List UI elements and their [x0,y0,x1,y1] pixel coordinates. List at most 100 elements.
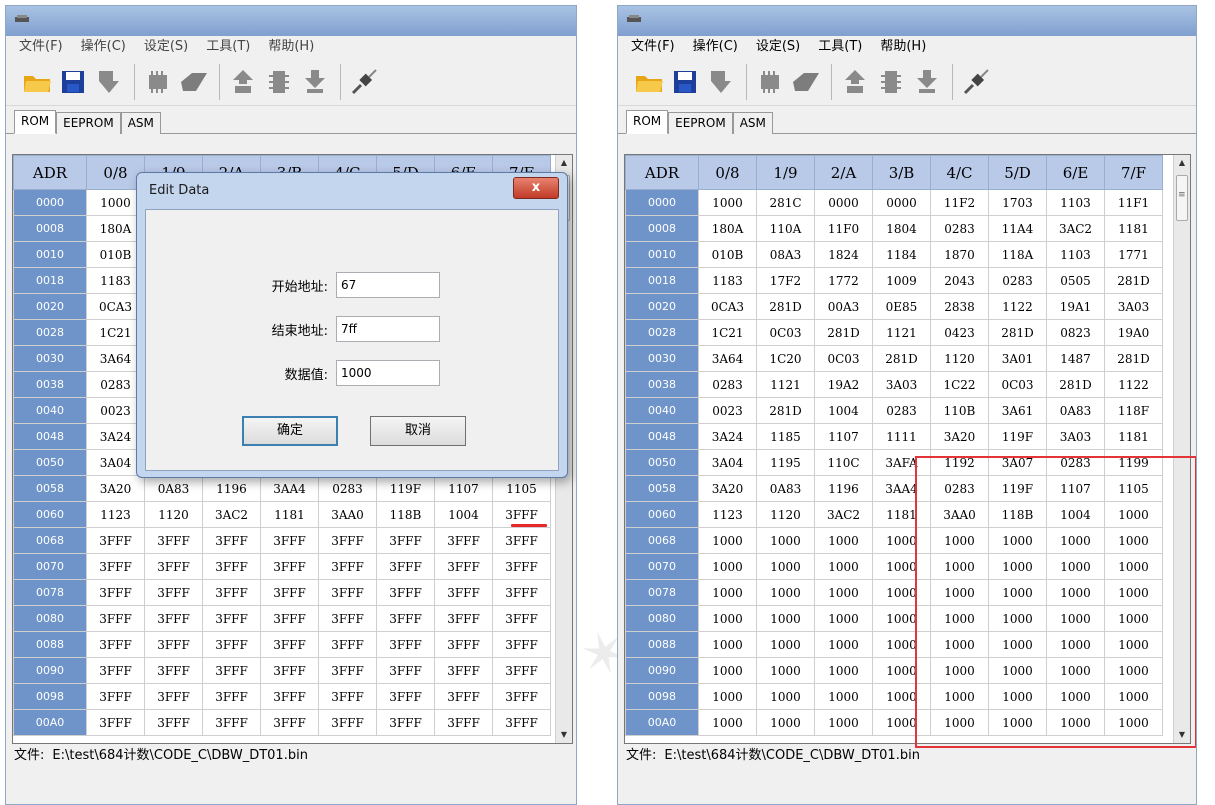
data-cell[interactable]: 3FFF [86,657,145,684]
data-cell[interactable]: 1122 [988,293,1047,320]
data-cell[interactable]: 1000 [698,631,757,658]
data-cell[interactable]: 3A64 [698,345,757,372]
data-cell[interactable]: 0283 [698,371,757,398]
data-cell[interactable]: 11F0 [814,215,873,242]
data-cell[interactable]: 3FFF [492,553,551,580]
data-cell[interactable]: 1000 [756,605,815,632]
data-cell[interactable]: 1000 [814,683,873,710]
data-cell[interactable]: 1196 [814,475,873,502]
data-cell[interactable]: 1111 [872,423,931,450]
download-icon[interactable] [298,64,332,100]
data-cell[interactable]: 1123 [698,501,757,528]
column-header[interactable]: 2/A [814,155,873,190]
data-cell[interactable]: 1000 [698,657,757,684]
data-cell[interactable]: 3FFF [318,579,377,606]
data-cell[interactable]: 19A1 [1046,293,1105,320]
data-cell[interactable]: 3FFF [376,605,435,632]
data-cell[interactable]: 3FFF [376,527,435,554]
data-cell[interactable]: 1123 [86,501,145,528]
data-cell[interactable]: 0C03 [988,371,1047,398]
data-cell[interactable]: 1000 [698,709,757,736]
data-cell[interactable]: 281D [1104,345,1163,372]
start-address-input[interactable] [336,272,440,298]
data-cell[interactable]: 3A03 [1104,293,1163,320]
data-cell[interactable]: 118F [1104,397,1163,424]
menu-tools[interactable]: 工具(T) [809,36,871,58]
save-disk-icon[interactable] [668,64,702,100]
data-cell[interactable]: 119F [376,475,435,502]
data-cell[interactable]: 1107 [814,423,873,450]
data-cell[interactable]: 3FFF [318,683,377,710]
data-cell[interactable]: 1121 [756,371,815,398]
data-cell[interactable]: 1120 [756,501,815,528]
data-cell[interactable]: 119F [988,423,1047,450]
data-cell[interactable]: 1000 [698,189,757,216]
data-cell[interactable]: 3FFF [434,605,493,632]
data-cell[interactable]: 118A [988,241,1047,268]
data-cell[interactable]: 3FFF [376,709,435,736]
data-cell[interactable]: 3FFF [434,527,493,554]
data-cell[interactable]: 281C [756,189,815,216]
data-cell[interactable]: 0000 [814,189,873,216]
data-cell[interactable]: 3FFF [144,631,203,658]
data-cell[interactable]: 3FFF [434,579,493,606]
data-cell[interactable]: 3FFF [202,657,261,684]
data-cell[interactable]: 0283 [988,267,1047,294]
chip-read-icon[interactable] [141,64,175,100]
data-cell[interactable]: 3FFF [434,631,493,658]
data-cell[interactable]: 17F2 [756,267,815,294]
data-cell[interactable]: 1004 [814,397,873,424]
data-cell[interactable]: 1000 [756,553,815,580]
title-bar[interactable] [618,6,1196,36]
menu-help[interactable]: 帮助(H) [259,36,323,58]
data-cell[interactable]: 1000 [814,579,873,606]
data-cell[interactable]: 281D [1046,371,1105,398]
data-cell[interactable]: 3FFF [260,631,319,658]
title-bar[interactable] [6,6,576,36]
erase-icon[interactable] [177,64,211,100]
chip-write-icon[interactable] [92,64,126,100]
data-cell[interactable]: 0423 [930,319,989,346]
chip-write-icon[interactable] [704,64,738,100]
data-cell[interactable]: 3FFF [434,709,493,736]
erase-icon[interactable] [789,64,823,100]
data-cell[interactable]: 1105 [492,475,551,502]
download-icon[interactable] [910,64,944,100]
data-cell[interactable]: 1121 [872,319,931,346]
tab-eeprom[interactable]: EEPROM [668,112,733,134]
menu-settings[interactable]: 设定(S) [135,36,197,58]
upload-icon[interactable] [226,64,260,100]
data-cell[interactable]: 3AA0 [318,501,377,528]
data-cell[interactable]: 0A83 [756,475,815,502]
data-cell[interactable]: 281D [988,319,1047,346]
data-cell[interactable]: 3FFF [86,683,145,710]
data-cell[interactable]: 3FFF [376,579,435,606]
column-header[interactable]: 4/C [930,155,989,190]
column-header[interactable]: 3/B [872,155,931,190]
data-cell[interactable]: 3FFF [202,527,261,554]
data-cell[interactable]: 3FFF [202,709,261,736]
scroll-up-icon[interactable]: ▲ [1174,155,1190,171]
column-header[interactable]: ADR [13,155,87,190]
data-cell[interactable]: 3A01 [988,345,1047,372]
verify-icon[interactable] [874,64,908,100]
data-cell[interactable]: 3FFF [144,553,203,580]
data-cell[interactable]: 281D [872,345,931,372]
data-cell[interactable]: 3FFF [202,683,261,710]
data-cell[interactable]: 3FFF [492,605,551,632]
data-cell[interactable]: 1000 [698,683,757,710]
data-cell[interactable]: 1195 [756,449,815,476]
data-cell[interactable]: 0C03 [814,345,873,372]
tab-asm[interactable]: ASM [732,112,773,134]
data-cell[interactable]: 1184 [872,241,931,268]
data-cell[interactable]: 3FFF [86,579,145,606]
data-cell[interactable]: 3FFF [260,683,319,710]
data-cell[interactable]: 1181 [260,501,319,528]
data-cell[interactable]: 2043 [930,267,989,294]
data-cell[interactable]: 3A20 [698,475,757,502]
data-value-input[interactable] [336,360,440,386]
data-cell[interactable]: 3FFF [318,631,377,658]
menu-settings[interactable]: 设定(S) [747,36,809,58]
data-cell[interactable]: 1103 [1046,189,1105,216]
tab-eeprom[interactable]: EEPROM [56,112,121,134]
